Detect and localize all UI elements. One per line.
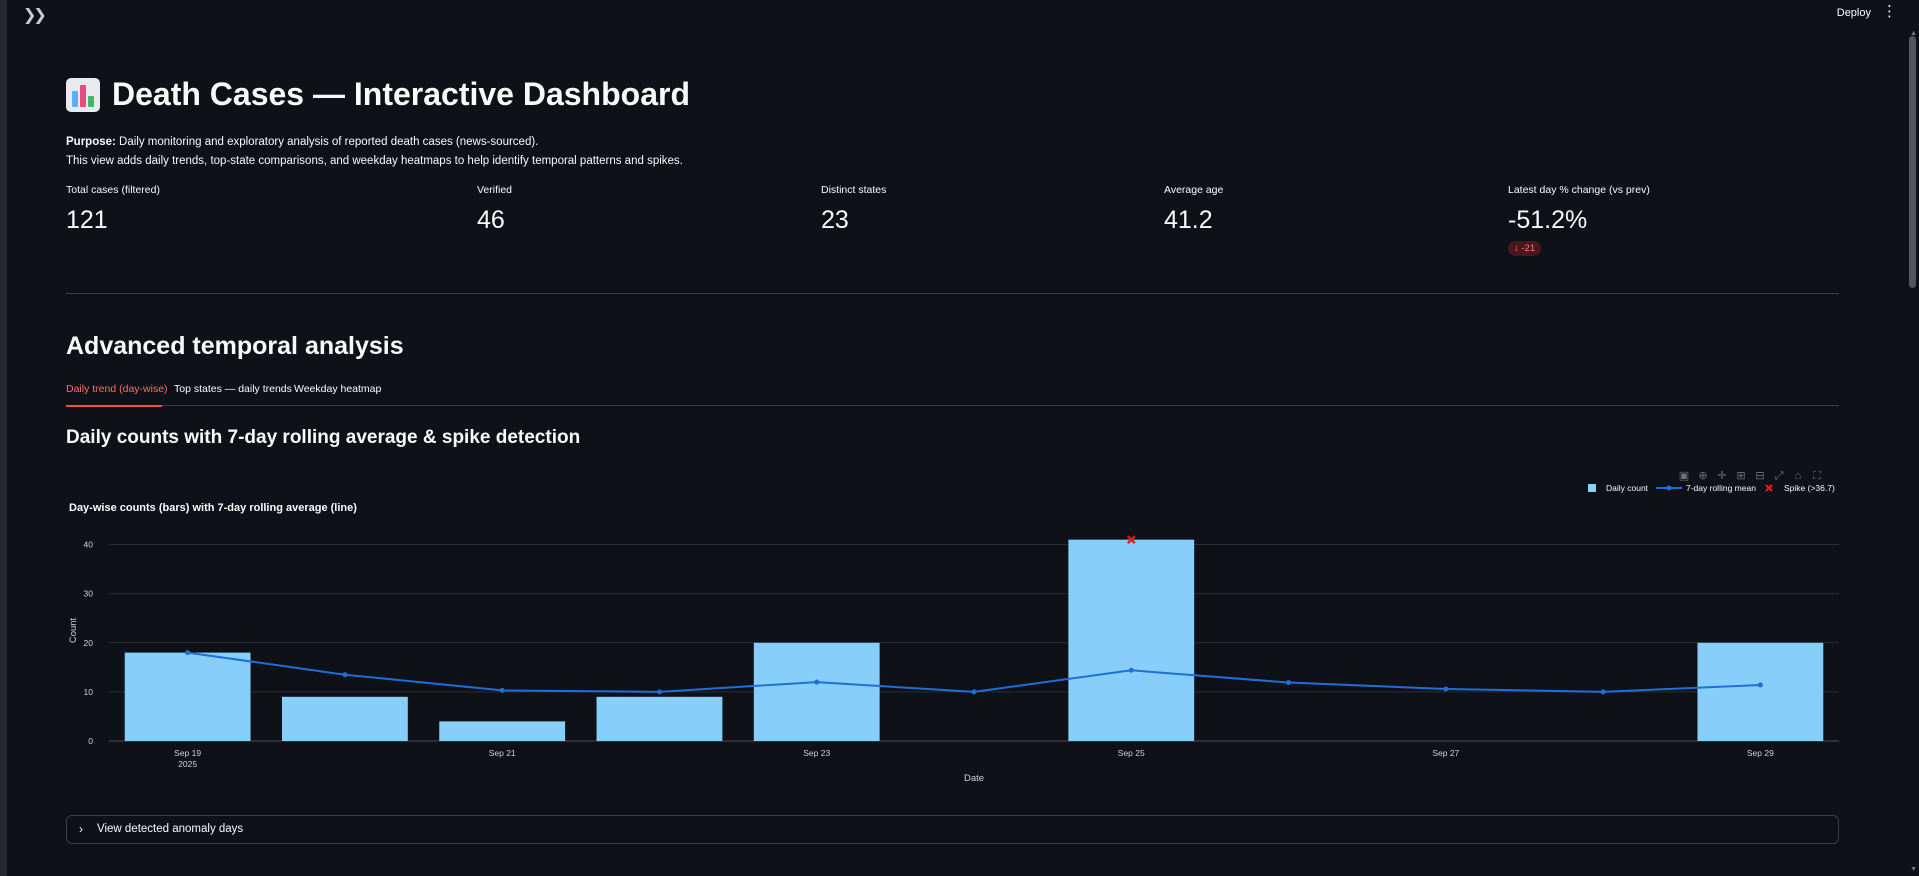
metric-value: 41.2 bbox=[1164, 206, 1213, 234]
rolling-mean-point bbox=[342, 672, 348, 678]
x-tick-label: Sep 27 bbox=[1432, 748, 1459, 758]
legend-label-spike: Spike (>36.7) bbox=[1784, 483, 1835, 493]
rolling-mean-point bbox=[499, 687, 505, 693]
bar-chart-icon bbox=[66, 77, 100, 112]
rolling-mean-point bbox=[971, 689, 977, 695]
legend-swatch-spike bbox=[1765, 484, 1773, 492]
page-title: Death Cases — Interactive Dashboard bbox=[66, 76, 690, 113]
metric-label: Distinct states bbox=[821, 184, 887, 196]
y-tick-label: 40 bbox=[84, 540, 94, 550]
metric-total-cases: Total cases (filtered) 121 bbox=[66, 184, 160, 235]
sidebar-edge bbox=[0, 0, 7, 876]
rolling-mean-point bbox=[1286, 680, 1292, 686]
anomaly-days-expander[interactable]: › View detected anomaly days bbox=[66, 815, 1839, 844]
y-tick-label: 30 bbox=[84, 589, 94, 599]
x-tick-label: Sep 29 bbox=[1747, 748, 1774, 758]
metric-verified: Verified 46 bbox=[477, 184, 512, 235]
bar-daily-count bbox=[124, 652, 251, 741]
description-text: This view adds daily trends, top-state c… bbox=[66, 155, 683, 167]
rolling-mean-point bbox=[814, 679, 820, 685]
tab-daily-trend[interactable]: Daily trend (day-wise) bbox=[66, 383, 168, 395]
tab-weekday-heatmap[interactable]: Weekday heatmap bbox=[294, 383, 381, 395]
deploy-button[interactable]: Deploy bbox=[1837, 7, 1871, 19]
delta-badge: ↓ -21 bbox=[1508, 241, 1542, 256]
tab-bar: Daily trend (day-wise) Top states — dail… bbox=[66, 380, 1839, 407]
arrow-down-icon: ↓ bbox=[1514, 243, 1519, 254]
divider bbox=[66, 293, 1839, 294]
y-axis-label: Count bbox=[68, 617, 79, 643]
purpose-text: Daily monitoring and exploratory analysi… bbox=[119, 136, 539, 148]
legend-label-daily-count: Daily count bbox=[1606, 483, 1649, 493]
bar-daily-count bbox=[1697, 642, 1824, 741]
rolling-mean-point bbox=[1443, 686, 1449, 692]
metric-value: 46 bbox=[477, 206, 505, 234]
page-title-text: Death Cases — Interactive Dashboard bbox=[112, 76, 690, 112]
rolling-mean-point bbox=[1600, 689, 1606, 695]
bar-daily-count bbox=[596, 696, 723, 741]
metric-label: Verified bbox=[477, 184, 513, 196]
metric-label: Average age bbox=[1164, 184, 1224, 196]
rolling-mean-point bbox=[656, 689, 662, 695]
metric-latest-day-change: Latest day % change (vs prev) -51.2% ↓ -… bbox=[1508, 184, 1650, 256]
vertical-dots-icon[interactable]: ⋮ bbox=[1882, 4, 1897, 19]
chart-subheader: Daily counts with 7-day rolling average … bbox=[66, 427, 581, 448]
top-toolbar: ❯❯ Deploy ⋮ bbox=[7, 0, 1919, 28]
x-tick-label: Sep 23 bbox=[803, 748, 830, 758]
y-tick-label: 10 bbox=[84, 687, 94, 697]
rolling-mean-point bbox=[1757, 682, 1763, 688]
metric-value: 121 bbox=[66, 206, 108, 234]
tab-top-states[interactable]: Top states — daily trends bbox=[174, 383, 292, 395]
legend-label-rolling-mean: 7-day rolling mean bbox=[1686, 483, 1756, 493]
metric-label: Total cases (filtered) bbox=[66, 184, 160, 196]
x-tick-label: Sep 19 bbox=[174, 748, 201, 758]
section-title: Advanced temporal analysis bbox=[66, 332, 404, 360]
expander-label: View detected anomaly days bbox=[97, 823, 244, 835]
rolling-mean-point bbox=[1128, 667, 1134, 673]
metric-average-age: Average age 41.2 bbox=[1164, 184, 1223, 235]
legend-swatch-rolling-mean-point bbox=[1666, 485, 1672, 491]
bar-daily-count bbox=[1068, 539, 1195, 741]
x-tick-label: Sep 25 bbox=[1118, 748, 1145, 758]
x-tick-label: Sep 21 bbox=[489, 748, 516, 758]
metric-value: 23 bbox=[821, 206, 849, 234]
metric-label: Latest day % change (vs prev) bbox=[1508, 184, 1650, 196]
x-tick-year-label: 2025 bbox=[178, 759, 197, 769]
scrollbar-thumb[interactable] bbox=[1909, 36, 1916, 288]
rolling-mean-point bbox=[185, 650, 191, 656]
delta-value: -21 bbox=[1521, 243, 1536, 254]
purpose-block: Purpose: Daily monitoring and explorator… bbox=[66, 133, 683, 171]
bar-daily-count bbox=[753, 642, 880, 741]
double-chevron-right-icon[interactable]: ❯❯ bbox=[23, 5, 47, 25]
y-tick-label: 0 bbox=[88, 736, 93, 746]
daily-counts-chart[interactable]: Day-wise counts (bars) with 7-day rollin… bbox=[66, 480, 1839, 800]
purpose-label: Purpose: bbox=[66, 136, 116, 148]
legend-swatch-daily-count bbox=[1588, 484, 1596, 492]
bar-daily-count bbox=[282, 696, 408, 741]
rolling-mean-line bbox=[187, 651, 1761, 693]
x-axis-label: Date bbox=[964, 773, 984, 784]
bar-daily-count bbox=[439, 721, 566, 741]
scroll-down-icon[interactable]: ▼ bbox=[1910, 866, 1917, 873]
metric-value: -51.2% bbox=[1508, 206, 1588, 234]
chart-title: Day-wise counts (bars) with 7-day rollin… bbox=[69, 502, 357, 514]
metric-distinct-states: Distinct states 23 bbox=[821, 184, 886, 235]
chevron-right-icon: › bbox=[79, 822, 83, 836]
y-tick-label: 20 bbox=[84, 638, 94, 648]
active-tab-indicator bbox=[66, 405, 162, 407]
